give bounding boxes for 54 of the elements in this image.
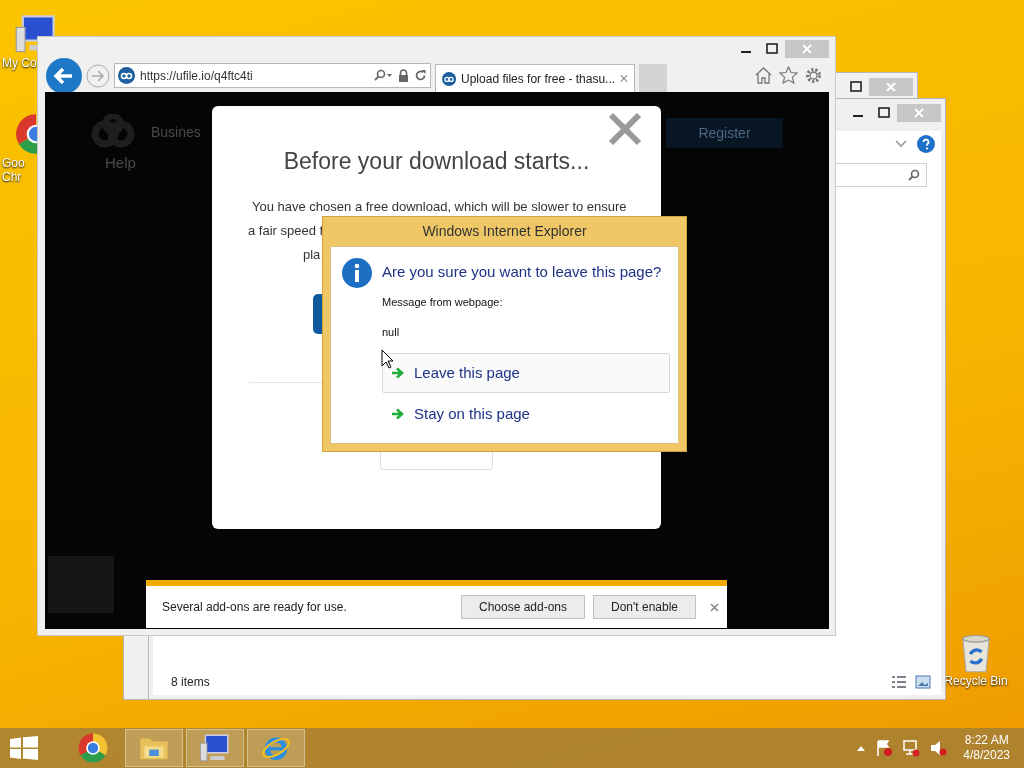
close-icon[interactable] (620, 74, 628, 83)
search-icon (908, 169, 920, 181)
icon-label: Goo (2, 156, 25, 170)
address-bar[interactable]: https://ufile.io/q4ftc4ti (114, 63, 431, 88)
tab-title: Upload files for free - thasu... (461, 70, 616, 88)
status-text: 8 items (171, 674, 210, 691)
modal-text: pla (303, 246, 321, 264)
url-text: https://ufile.io/q4ftc4ti (140, 67, 254, 85)
lock-icon[interactable] (398, 69, 409, 82)
dialog-title: Windows Internet Explorer (421, 222, 588, 241)
back-icon[interactable] (46, 57, 82, 94)
close-icon[interactable] (608, 112, 642, 146)
computer-icon (199, 732, 231, 764)
windows-logo-icon[interactable] (10, 736, 38, 760)
network-icon[interactable] (902, 739, 921, 757)
caret-up-icon[interactable] (856, 744, 867, 752)
logo-icon (91, 114, 135, 150)
icon-label: Chr (2, 170, 22, 184)
site-icon (118, 67, 135, 84)
message-text: null (382, 325, 400, 340)
notification-text: Several add-ons are ready for use. (162, 599, 348, 616)
notification-button[interactable]: Don't enable (593, 595, 696, 619)
help-icon[interactable] (917, 135, 935, 153)
home-icon[interactable] (754, 66, 773, 85)
command-link[interactable]: Stay on this page (382, 394, 670, 434)
icon-label: My Co (2, 56, 37, 70)
details-view-icon[interactable] (891, 675, 907, 689)
dialog-question: Are you sure you want to leave this page? (382, 262, 662, 282)
command-link[interactable]: Leave this page (382, 353, 670, 393)
speaker-icon[interactable] (929, 739, 948, 757)
close-icon[interactable] (710, 602, 719, 612)
chevron-down-icon[interactable] (895, 140, 907, 148)
mouse-cursor-icon (381, 349, 394, 369)
notification-button[interactable]: Choose add-ons (461, 595, 585, 619)
modal-text: You have chosen a free download, which will be slower to ensure (252, 198, 627, 216)
arrow-right-icon (391, 408, 405, 420)
info-icon (342, 258, 372, 288)
icon-label: Recycle Bin (944, 674, 1008, 688)
large-icons-view-icon[interactable] (915, 675, 931, 689)
site-icon (442, 70, 457, 87)
taskbar-button[interactable] (125, 729, 183, 767)
chrome-icon (77, 732, 109, 764)
flag-icon[interactable] (875, 739, 894, 757)
taskbar-button[interactable] (247, 729, 305, 767)
modal-title: Before your download starts... (282, 147, 591, 176)
star-icon[interactable] (779, 66, 798, 85)
search-icon[interactable] (373, 68, 393, 83)
taskbar-button[interactable] (186, 729, 244, 767)
forward-icon[interactable] (86, 63, 110, 88)
message-label: Message from webpage: (382, 295, 503, 310)
arrow-right-icon (391, 367, 405, 379)
browser-tab[interactable]: Upload files for free - thasu... (435, 64, 635, 92)
settings-icon[interactable] (804, 66, 823, 85)
refresh-icon[interactable] (414, 69, 427, 82)
